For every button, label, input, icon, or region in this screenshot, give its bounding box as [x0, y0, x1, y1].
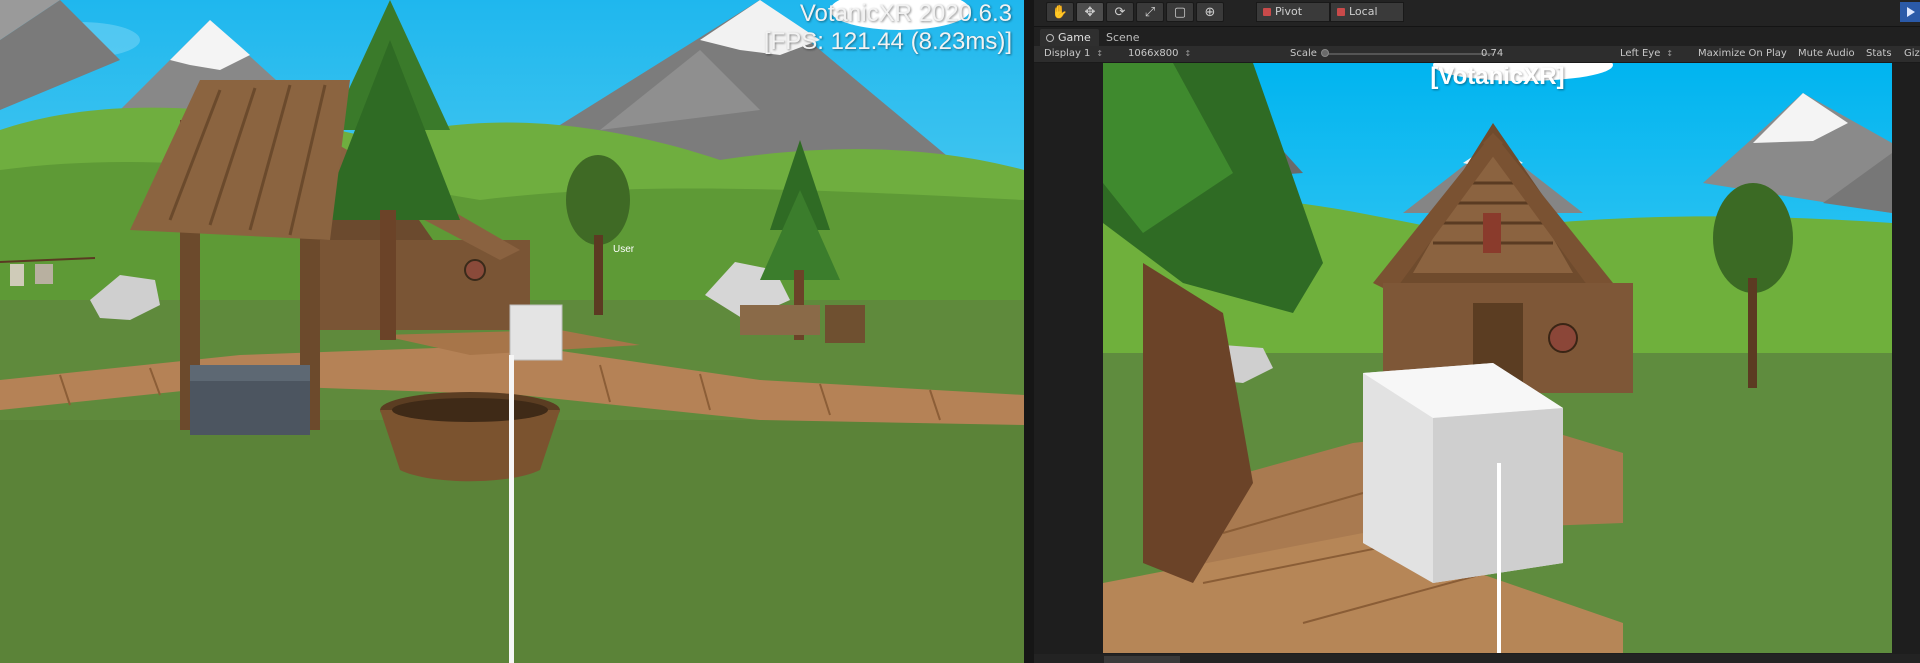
- stats-toggle[interactable]: Stats: [1866, 47, 1892, 61]
- tab-scene[interactable]: Scene: [1098, 29, 1148, 47]
- game-tab-icon: [1046, 34, 1054, 42]
- bottom-panel-tab[interactable]: [1104, 656, 1180, 663]
- local-label: Local: [1349, 5, 1378, 18]
- local-toggle-button[interactable]: Local: [1330, 2, 1404, 22]
- eye-dropdown[interactable]: Left Eye: [1620, 47, 1673, 61]
- tab-scene-label: Scene: [1106, 31, 1140, 44]
- pivot-toggle-button[interactable]: Pivot: [1256, 2, 1330, 22]
- play-icon[interactable]: [1900, 2, 1920, 22]
- view-divider: [1024, 0, 1034, 663]
- tab-game[interactable]: Game: [1040, 29, 1099, 47]
- scale-tool-icon[interactable]: ⤢: [1136, 2, 1164, 22]
- scale-label: Scale: [1290, 48, 1317, 59]
- game-view-area: [VotanicXR]: [1034, 63, 1920, 663]
- local-icon: [1337, 8, 1345, 16]
- editor-tabs: Game Scene: [1034, 26, 1920, 47]
- scale-slider-handle[interactable]: [1321, 49, 1329, 57]
- editor-toolbar: ✋ ✥ ⟳ ⤢ ▢ ⊕ Pivot Local: [1034, 0, 1920, 26]
- scale-slider[interactable]: [1324, 53, 1494, 55]
- vr-scene-illustration: [0, 0, 1024, 663]
- tab-game-label: Game: [1058, 31, 1091, 44]
- user-nametag: User: [613, 244, 635, 255]
- mute-audio-toggle[interactable]: Mute Audio: [1798, 47, 1855, 61]
- resolution-dropdown[interactable]: 1066x800: [1128, 47, 1191, 61]
- hand-tool-icon[interactable]: ✋: [1046, 2, 1074, 22]
- game-scene-illustration: [1103, 63, 1892, 653]
- scale-value: 0.74: [1481, 48, 1504, 59]
- move-tool-icon[interactable]: ✥: [1076, 2, 1104, 22]
- maximize-on-play-toggle[interactable]: Maximize On Play: [1698, 47, 1787, 61]
- hud-fps-text: [FPS: 121.44 (8.23ms)]: [763, 28, 1012, 55]
- gizmos-dropdown[interactable]: Gizmos: [1904, 47, 1920, 61]
- pivot-icon: [1263, 8, 1271, 16]
- display-dropdown[interactable]: Display 1: [1044, 47, 1103, 61]
- unity-editor: ✋ ✥ ⟳ ⤢ ▢ ⊕ Pivot Local Game Scene Displ…: [1034, 0, 1920, 663]
- pivot-label: Pivot: [1275, 5, 1303, 18]
- hud-title-text: VotanicXR 2020.6.3: [799, 0, 1012, 27]
- bottom-panel-strip: [1034, 654, 1920, 663]
- game-viewport[interactable]: [VotanicXR]: [1103, 63, 1892, 653]
- vr-headset-view: VotanicXR 2020.6.3 [FPS: 121.44 (8.23ms)…: [0, 0, 1024, 663]
- game-view-controlbar: Display 1 1066x800 Scale 0.74 Left Eye M…: [1034, 46, 1920, 63]
- rect-tool-icon[interactable]: ▢: [1166, 2, 1194, 22]
- votanicxr-label: [VotanicXR]: [1430, 63, 1565, 90]
- transform-tool-icon[interactable]: ⊕: [1196, 2, 1224, 22]
- rotate-tool-icon[interactable]: ⟳: [1106, 2, 1134, 22]
